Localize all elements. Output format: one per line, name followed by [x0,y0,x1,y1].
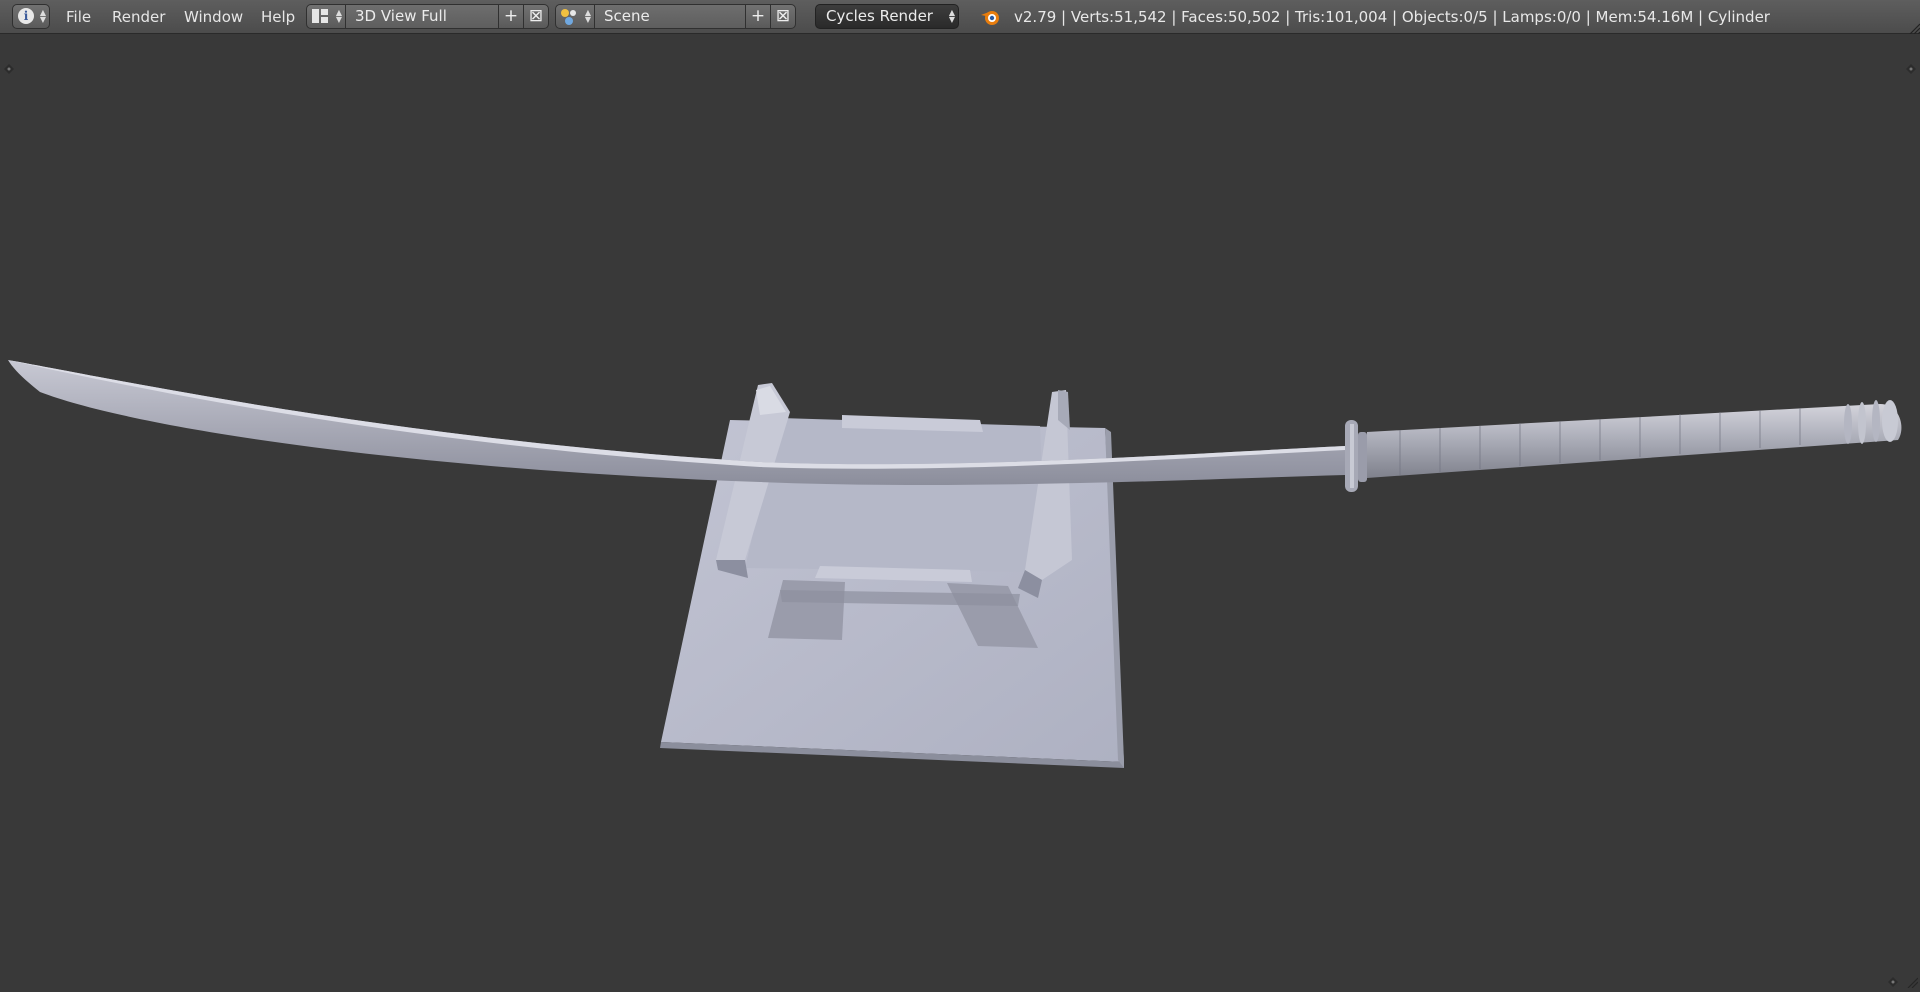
plus-icon: + [750,6,766,26]
plus-icon: + [503,6,519,26]
screen-layout-name-field[interactable]: 3D View Full [346,4,498,29]
blender-logo-icon [981,11,999,25]
info-header: i ▲ ▼ File Render Window Help ▲ ▼ 3D View … [0,0,1920,34]
up-down-arrows-icon: ▲ ▼ [335,8,342,24]
3d-viewport[interactable] [0,34,1920,992]
close-icon: ⊠ [528,6,544,26]
info-icon: i [18,8,34,24]
menu-help[interactable]: Help [261,8,295,26]
up-down-arrows-icon: ▲ ▼ [948,8,955,24]
menu-file[interactable]: File [66,8,91,26]
area-split-corner-icon[interactable] [1908,22,1920,34]
render-engine-label: Cycles Render [826,7,933,25]
up-down-arrows-icon: ▲ ▼ [39,8,46,24]
scene-name-field[interactable]: Scene [595,4,745,29]
close-icon: ⊠ [775,6,791,26]
screen-layout-icon [312,9,328,23]
up-down-arrows-icon: ▲ ▼ [584,8,591,24]
viewport-scene [8,360,1902,768]
add-scene-button[interactable]: + [745,4,771,29]
scene-dropdown[interactable]: ▲ ▼ [555,4,595,29]
add-screen-button[interactable]: + [498,4,524,29]
delete-screen-button[interactable]: ⊠ [523,4,549,29]
menu-window[interactable]: Window [184,8,243,26]
screen-layout-dropdown[interactable]: ▲ ▼ [306,4,346,29]
scene-statistics: v2.79 | Verts:51,542 | Faces:50,502 | Tr… [1014,8,1770,26]
scene-icon [561,9,576,25]
menu-render[interactable]: Render [112,8,165,26]
editor-type-selector[interactable]: i ▲ ▼ [12,4,50,29]
sword-stand[interactable] [660,383,1124,768]
render-engine-dropdown[interactable]: Cycles Render ▲ ▼ [815,4,959,29]
delete-scene-button[interactable]: ⊠ [770,4,796,29]
